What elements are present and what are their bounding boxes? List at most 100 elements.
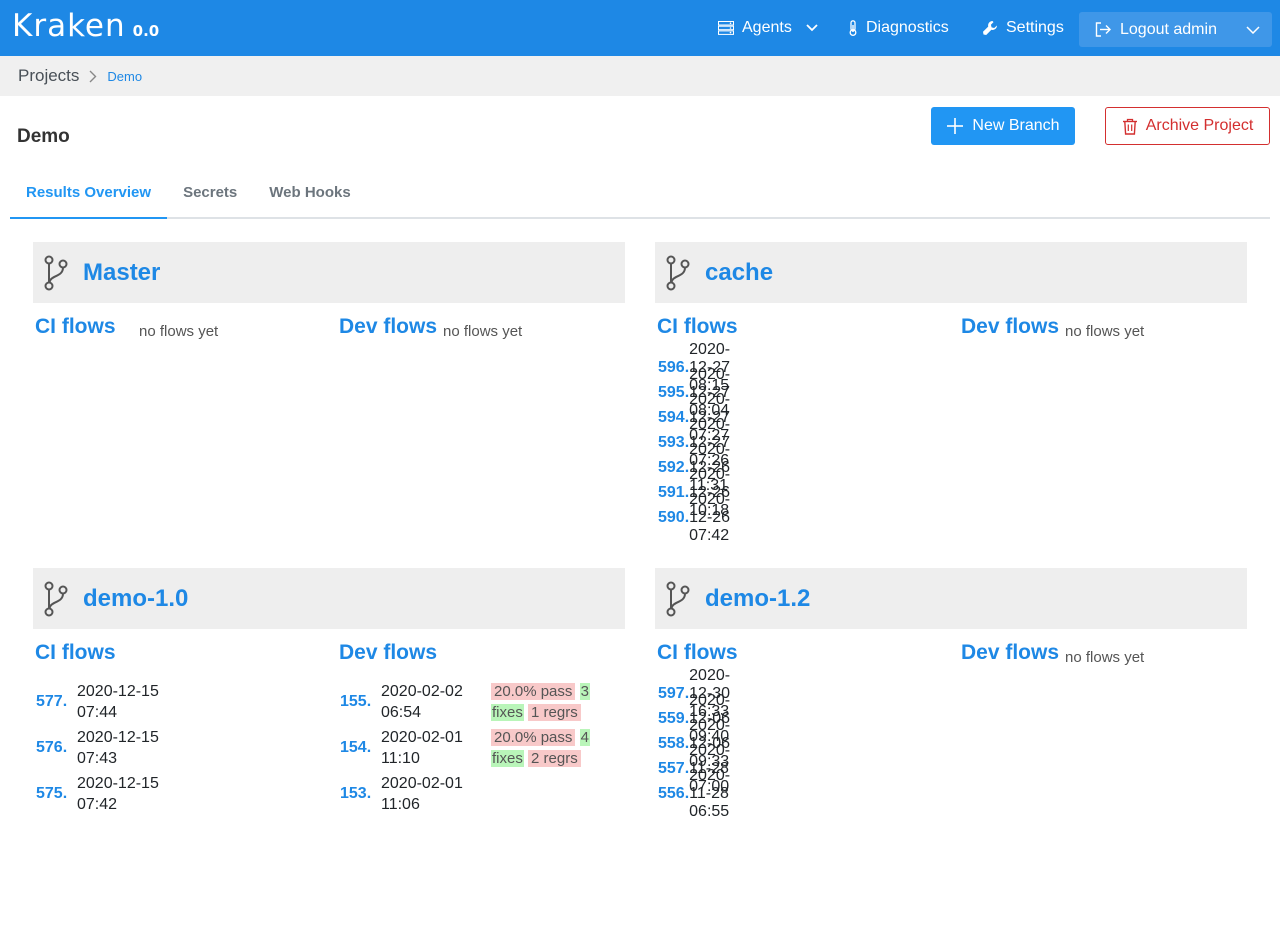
tab-web-hooks[interactable]: Web Hooks — [253, 170, 366, 217]
flow-date: 2020-02-01 11:06 — [381, 775, 463, 813]
flow-link[interactable]: 575. — [36, 785, 77, 803]
branch-name[interactable]: demo-1.2 — [705, 585, 810, 613]
branch-header: cache — [655, 242, 1247, 303]
nav-settings[interactable]: Settings — [982, 0, 1064, 56]
fixes-count-badge: 3 — [579, 683, 590, 700]
tab-bar: Results Overview Secrets Web Hooks — [10, 170, 1270, 219]
flow-row: 155. 2020-02-02 06:54 20.0% pass 3 fixes 1 … — [340, 679, 599, 725]
regressions-badge: 1 regrs — [528, 704, 581, 721]
tab-secrets[interactable]: Secrets — [167, 170, 253, 217]
top-navbar: Kraken 0.0 Agents Diagnostics Settings L… — [0, 0, 1280, 56]
flow-link[interactable]: 154. — [340, 739, 381, 757]
ci-flow-list: 596. 2020-12-27 08:15 595. 2020-12-27 08:0… — [658, 341, 739, 544]
flow-row: 576. 2020-12-15 07:43 — [36, 725, 187, 771]
trash-icon — [1122, 118, 1137, 135]
git-branch-icon — [44, 581, 68, 616]
flow-link[interactable]: 155. — [340, 693, 381, 711]
dev-flows-title[interactable]: Dev flows — [339, 641, 437, 665]
flow-row: 590. 2020-12-26 07:42 — [658, 491, 739, 544]
logout-label: Logout admin — [1120, 20, 1217, 38]
flow-link[interactable]: 559. — [658, 710, 689, 728]
flow-link[interactable]: 594. — [658, 409, 689, 427]
logo-text: Kraken — [12, 8, 126, 44]
chevron-down-icon — [806, 24, 818, 32]
ci-flows-title[interactable]: CI flows — [35, 641, 116, 665]
dev-flow-list: 155. 2020-02-02 06:54 20.0% pass 3 fixes 1 … — [340, 679, 599, 817]
breadcrumb: Projects Demo — [0, 56, 1280, 96]
flow-link[interactable]: 593. — [658, 434, 689, 452]
pass-rate-badge: 20.0% pass — [491, 729, 576, 746]
flow-link[interactable]: 592. — [658, 459, 689, 477]
flow-link[interactable]: 153. — [340, 785, 381, 803]
dev-flows-title[interactable]: Dev flows — [961, 315, 1059, 339]
flow-link[interactable]: 590. — [658, 509, 689, 527]
nav-agents-label: Agents — [742, 19, 792, 36]
branch-header: Master — [33, 242, 625, 303]
page-title: Demo — [17, 126, 70, 147]
flow-link[interactable]: 576. — [36, 739, 77, 757]
flow-row: 556. 2020-11-28 06:55 — [658, 767, 739, 820]
flow-row: 154. 2020-02-01 11:10 20.0% pass 4 fixes 2 … — [340, 725, 599, 771]
fixes-count-badge: 4 — [579, 729, 590, 746]
chevron-right-icon — [89, 70, 97, 83]
dev-flows-title[interactable]: Dev flows — [339, 315, 437, 339]
flow-link[interactable]: 577. — [36, 693, 77, 711]
no-flows-text: no flows yet — [139, 323, 219, 340]
wrench-icon — [983, 21, 997, 35]
fixes-label-badge: fixes — [491, 750, 524, 767]
pass-rate-badge: 20.0% pass — [491, 683, 576, 700]
git-branch-icon — [666, 581, 690, 616]
branch-name[interactable]: cache — [705, 259, 773, 287]
tab-results-overview[interactable]: Results Overview — [10, 170, 168, 219]
branch-name[interactable]: Master — [83, 259, 160, 287]
flow-link[interactable]: 595. — [658, 384, 689, 402]
no-flows-text: no flows yet — [443, 323, 523, 340]
flow-row: 153. 2020-02-01 11:06 — [340, 771, 599, 817]
flow-date: 2020-11-28 06:55 — [689, 766, 731, 820]
flow-date: 2020-02-02 06:54 — [381, 683, 463, 721]
branch-card-cache: cache CI flows 596. 2020-12-27 08:15 595.… — [655, 242, 1247, 603]
nav-diagnostics[interactable]: Diagnostics — [848, 0, 949, 56]
archive-project-label: Archive Project — [1145, 117, 1254, 134]
logout-button[interactable]: Logout admin — [1079, 12, 1272, 47]
regressions-badge: 2 regrs — [528, 750, 581, 767]
flow-link[interactable]: 591. — [658, 484, 689, 502]
plus-icon — [947, 118, 964, 134]
new-branch-label: New Branch — [972, 117, 1060, 134]
nav-settings-label: Settings — [1006, 19, 1064, 36]
breadcrumb-demo[interactable]: Demo — [107, 69, 142, 84]
git-branch-icon — [666, 255, 690, 290]
ci-flows-title[interactable]: CI flows — [35, 315, 116, 339]
flow-link[interactable]: 557. — [658, 760, 689, 778]
branch-name[interactable]: demo-1.0 — [83, 585, 188, 613]
ci-flows-title[interactable]: CI flows — [657, 641, 738, 665]
dev-flows-title[interactable]: Dev flows — [961, 641, 1059, 665]
flow-row: 577. 2020-12-15 07:44 — [36, 679, 187, 725]
flow-date: 2020-12-15 07:43 — [77, 729, 159, 767]
kraken-logo[interactable]: Kraken 0.0 — [12, 8, 159, 48]
server-icon — [718, 21, 734, 35]
archive-project-button[interactable]: Archive Project — [1105, 107, 1270, 145]
flow-link[interactable]: 596. — [658, 359, 689, 377]
flow-link[interactable]: 558. — [658, 735, 689, 753]
ci-flow-list: 577. 2020-12-15 07:44 576. 2020-12-15 07:43 … — [36, 679, 187, 817]
logout-menu-toggle[interactable] — [1233, 25, 1272, 34]
no-flows-text: no flows yet — [1065, 323, 1145, 340]
branch-header: demo-1.2 — [655, 568, 1247, 629]
flow-row: 575. 2020-12-15 07:42 — [36, 771, 187, 817]
flow-date: 2020-12-26 07:42 — [689, 490, 731, 544]
flow-date: 2020-12-15 07:44 — [77, 683, 159, 721]
breadcrumb-projects[interactable]: Projects — [18, 66, 79, 86]
flow-date: 2020-02-01 11:10 — [381, 729, 463, 767]
ci-flows-title[interactable]: CI flows — [657, 315, 738, 339]
fixes-label-badge: fixes — [491, 704, 524, 721]
logout-icon — [1095, 22, 1111, 37]
nav-agents[interactable]: Agents — [718, 0, 818, 56]
branch-card-master: Master CI flows no flows yet Dev flows n… — [33, 242, 625, 603]
flow-date: 2020-12-15 07:42 — [77, 775, 159, 813]
flow-link[interactable]: 597. — [658, 685, 689, 703]
branch-header: demo-1.0 — [33, 568, 625, 629]
new-branch-button[interactable]: New Branch — [931, 107, 1075, 145]
thermometer-icon — [849, 20, 857, 36]
ci-flow-list: 597. 2020-12-30 16:33 559. 2020-12-06 09:4… — [658, 667, 739, 820]
